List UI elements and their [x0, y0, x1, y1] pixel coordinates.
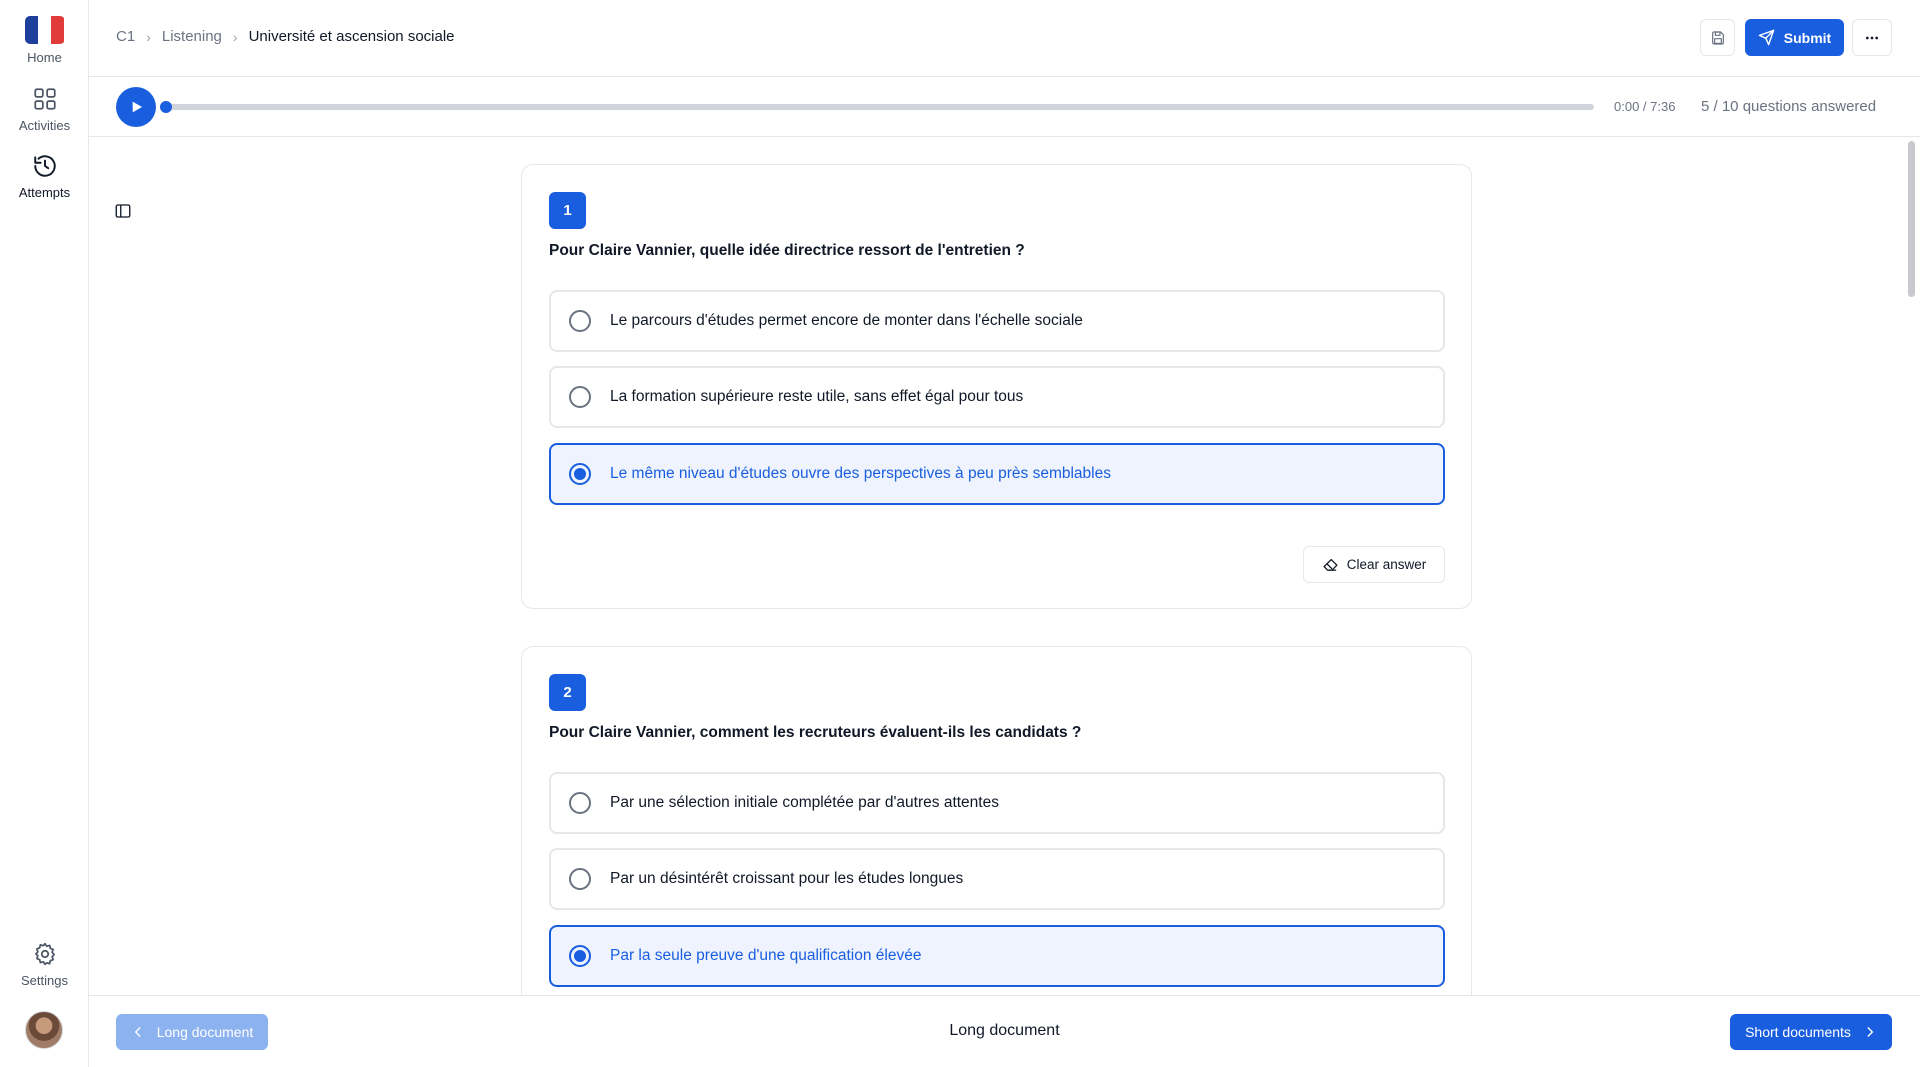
scrollbar-thumb[interactable] — [1908, 141, 1915, 297]
submit-button[interactable]: Submit — [1745, 19, 1844, 56]
answer-option[interactable]: La formation supérieure reste utile, san… — [549, 366, 1445, 428]
next-section-button[interactable]: Short documents — [1730, 1014, 1892, 1050]
history-icon — [33, 155, 56, 177]
sidebar-toggle-icon[interactable] — [114, 202, 132, 220]
previous-section-button[interactable]: Long document — [116, 1014, 268, 1050]
answer-option-text: La formation supérieure reste utile, san… — [610, 388, 1024, 405]
radio-button[interactable] — [569, 945, 591, 967]
clear-answer-label: Clear answer — [1346, 557, 1427, 572]
sidebar-item-activities[interactable]: Activities — [0, 86, 89, 133]
answer-option-selected[interactable]: Par la seule preuve d'une qualification … — [549, 925, 1445, 987]
footer-nav: Long document Long document Short docume… — [89, 995, 1920, 1067]
question-number: 1 — [549, 192, 586, 229]
audio-time: 0:00 / 7:36 — [1614, 99, 1676, 114]
answer-option-text: Le parcours d'études permet encore de mo… — [610, 312, 1083, 329]
question-text: Pour Claire Vannier, quelle idée directr… — [549, 242, 1025, 259]
audio-scrubber-handle[interactable] — [160, 101, 172, 113]
header: C1 › Listening › Université et ascension… — [89, 0, 1920, 77]
question-text: Pour Claire Vannier, comment les recrute… — [549, 724, 1082, 741]
sidebar-item-home[interactable]: Home — [0, 16, 89, 65]
sidebar-item-label: Activities — [18, 118, 71, 133]
answer-option-text: Par la seule preuve d'une qualification … — [610, 947, 922, 964]
answer-option-text: Par une sélection initiale complétée par… — [610, 794, 999, 811]
gear-icon — [34, 942, 55, 966]
sidebar: Home Activities Attempts Settings — [0, 0, 89, 1067]
save-icon — [1711, 30, 1724, 45]
save-button[interactable] — [1700, 19, 1735, 56]
current-section-title: Long document — [949, 1022, 1060, 1039]
france-flag-icon — [24, 16, 65, 44]
play-button[interactable] — [116, 87, 156, 127]
radio-button[interactable] — [569, 792, 591, 814]
answer-option-selected[interactable]: Le même niveau d'études ouvre des perspe… — [549, 443, 1445, 505]
answered-count: 5 / 10 questions answered — [1701, 98, 1877, 115]
answer-option-text: Par un désintérêt croissant pour les étu… — [610, 870, 964, 887]
avatar[interactable] — [25, 1011, 63, 1049]
send-icon — [1758, 29, 1775, 46]
chevron-right-icon: › — [232, 28, 238, 45]
audio-progress-track[interactable] — [160, 101, 1594, 113]
answer-option[interactable]: Par un désintérêt croissant pour les étu… — [549, 848, 1445, 910]
play-icon — [132, 101, 142, 113]
question-number: 2 — [549, 674, 586, 711]
sidebar-item-label: Settings — [21, 973, 68, 988]
audio-player: 0:00 / 7:36 5 / 10 questions answered — [89, 77, 1920, 137]
questions-area: 1 Pour Claire Vannier, quelle idée direc… — [89, 137, 1920, 995]
eraser-icon — [1323, 558, 1338, 571]
more-options-button[interactable] — [1852, 19, 1892, 56]
answer-option[interactable]: Le parcours d'études permet encore de mo… — [549, 290, 1445, 352]
next-section-label: Short documents — [1745, 1024, 1851, 1040]
more-horizontal-icon — [1866, 36, 1878, 39]
radio-button[interactable] — [569, 386, 591, 408]
previous-section-label: Long document — [156, 1024, 254, 1040]
radio-button[interactable] — [569, 463, 591, 485]
sidebar-item-attempts[interactable]: Attempts — [0, 153, 89, 200]
sidebar-item-label: Attempts — [18, 185, 71, 200]
radio-button[interactable] — [569, 868, 591, 890]
chevron-right-icon: › — [146, 28, 151, 45]
breadcrumb: C1 › Listening › Université et ascension… — [116, 28, 455, 45]
grid-icon — [33, 88, 56, 110]
radio-button[interactable] — [569, 310, 591, 332]
submit-label: Submit — [1783, 29, 1832, 46]
sidebar-item-settings[interactable]: Settings — [0, 941, 89, 988]
chevron-left-icon — [134, 1027, 141, 1037]
chevron-right-icon — [1867, 1027, 1873, 1037]
answer-option-text: Le même niveau d'études ouvre des perspe… — [610, 465, 1111, 482]
clear-answer-button[interactable]: Clear answer — [1303, 546, 1445, 583]
sidebar-item-label: Home — [27, 50, 62, 65]
question-card: 1 Pour Claire Vannier, quelle idée direc… — [521, 164, 1472, 609]
page-title: Université et ascension sociale — [248, 28, 455, 45]
question-card: 2 Pour Claire Vannier, comment les recru… — [521, 646, 1472, 995]
breadcrumb-item-section[interactable]: Listening — [162, 28, 222, 45]
answer-option[interactable]: Par une sélection initiale complétée par… — [549, 772, 1445, 834]
breadcrumb-item-level[interactable]: C1 — [116, 28, 135, 45]
